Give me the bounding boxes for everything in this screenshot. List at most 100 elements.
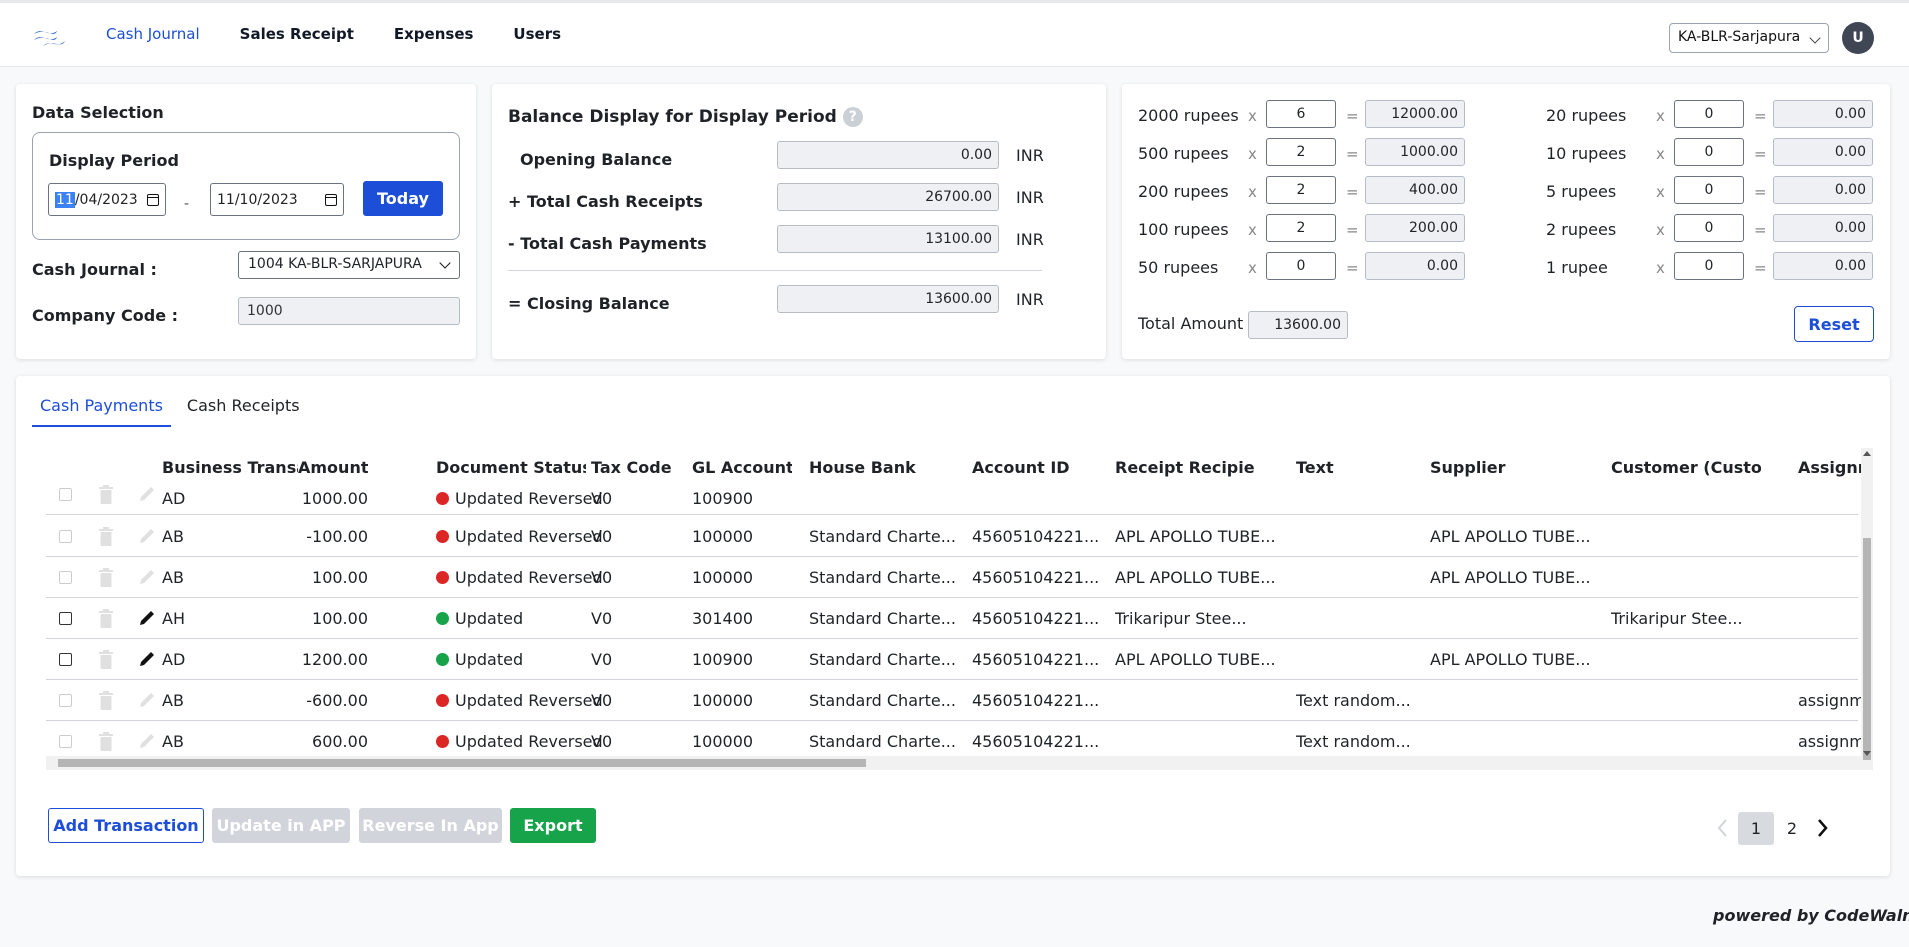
times-sign: x — [1248, 183, 1257, 201]
table-row[interactable]: AD 1000.00 Updated Reversed V0 100900 — [46, 474, 1858, 515]
pencil-icon[interactable] — [138, 609, 156, 627]
table-row[interactable]: AD 1200.00 Updated V0 100900 Standard Ch… — [46, 639, 1858, 680]
denom-qty-input[interactable]: 2 — [1266, 214, 1336, 242]
row-checkbox[interactable] — [59, 694, 72, 707]
row-checkbox[interactable] — [59, 571, 72, 584]
table-row[interactable]: AB 100.00 Updated Reversed V0 100000 Sta… — [46, 557, 1858, 598]
denom-qty-input[interactable]: 0 — [1674, 138, 1744, 166]
cell-receipt-recipient: Trikaripur Stee... — [1115, 609, 1247, 628]
row-checkbox[interactable] — [59, 530, 72, 543]
denom-amount-field: 12000.00 — [1365, 100, 1465, 128]
row-checkbox[interactable] — [59, 653, 72, 666]
row-checkbox[interactable] — [59, 488, 72, 501]
cell-account-id: 45605104221... — [972, 732, 1100, 751]
cell-business-transaction: AB — [162, 527, 184, 546]
trash-icon[interactable] — [98, 568, 114, 587]
status-dot-green — [436, 612, 449, 625]
times-sign: x — [1248, 107, 1257, 125]
calendar-icon[interactable] — [325, 194, 337, 206]
table-row[interactable]: AB -600.00 Updated Reversed V0 100000 St… — [46, 680, 1861, 721]
times-sign: x — [1656, 183, 1665, 201]
cell-tax-code: V0 — [591, 527, 613, 546]
horizontal-scrollbar[interactable] — [46, 756, 1861, 770]
nav-expenses[interactable]: Expenses — [394, 25, 474, 43]
nav-sales-receipt[interactable]: Sales Receipt — [240, 25, 354, 43]
chevron-right-icon[interactable] — [1816, 818, 1830, 838]
row-checkbox[interactable] — [59, 735, 72, 748]
cell-document-status: Updated Reversed — [436, 489, 603, 508]
cell-gl-account: 301400 — [692, 609, 754, 628]
trash-icon[interactable] — [98, 650, 114, 669]
chevron-down-icon — [1809, 32, 1821, 44]
trash-icon[interactable] — [98, 485, 114, 504]
app-logo-icon[interactable] — [30, 25, 70, 49]
today-button[interactable]: Today — [363, 181, 443, 216]
row-checkbox[interactable] — [59, 612, 72, 625]
denom-qty-input[interactable]: 0 — [1674, 100, 1744, 128]
cell-gl-account: 100000 — [692, 527, 754, 546]
pencil-icon[interactable] — [138, 691, 156, 709]
status-text: Updated Reversed — [455, 568, 603, 587]
tab-cash-payments[interactable]: Cash Payments — [32, 396, 171, 427]
trash-icon[interactable] — [98, 691, 114, 710]
vertical-scrollbar[interactable] — [1861, 448, 1873, 770]
trash-icon[interactable] — [98, 609, 114, 628]
equals-sign: = — [1346, 183, 1359, 201]
trash-icon[interactable] — [98, 732, 114, 751]
nav-cash-journal[interactable]: Cash Journal — [106, 25, 200, 43]
export-button[interactable]: Export — [510, 808, 596, 843]
add-transaction-button[interactable]: Add Transaction — [48, 808, 204, 843]
reset-button[interactable]: Reset — [1794, 306, 1874, 342]
vertical-scroll-thumb[interactable] — [1863, 538, 1871, 760]
update-in-app-button[interactable]: Update in APP — [212, 808, 350, 843]
cell-business-transaction: AH — [162, 609, 185, 628]
pencil-icon[interactable] — [138, 485, 156, 503]
opening-balance-field: 0.00 — [777, 141, 999, 169]
transaction-tabs: Cash Payments Cash Receipts — [32, 396, 316, 427]
nav-users[interactable]: Users — [513, 25, 561, 43]
denom-qty-input[interactable]: 0 — [1266, 252, 1336, 280]
company-code-label: Company Code : — [32, 306, 179, 325]
status-text: Updated Reversed — [455, 691, 603, 710]
equals-sign: = — [1754, 183, 1767, 201]
status-text: Updated Reversed — [455, 489, 603, 508]
denom-qty-input[interactable]: 2 — [1266, 138, 1336, 166]
help-icon[interactable]: ? — [842, 107, 863, 127]
cell-text: Text random... — [1296, 691, 1411, 710]
user-avatar[interactable]: U — [1842, 22, 1874, 54]
page-2-button[interactable]: 2 — [1774, 812, 1810, 845]
pencil-icon[interactable] — [138, 650, 156, 668]
denom-qty-input[interactable]: 2 — [1266, 176, 1336, 204]
pencil-icon[interactable] — [138, 527, 156, 545]
date-to-value: 11/10/2023 — [217, 192, 298, 208]
denom-qty-input[interactable]: 0 — [1674, 176, 1744, 204]
closing-balance-label: = Closing Balance — [508, 294, 670, 313]
date-from-input[interactable]: 11/04/2023 — [48, 183, 166, 216]
pencil-icon[interactable] — [138, 568, 156, 586]
reverse-in-app-button[interactable]: Reverse In App — [359, 808, 502, 843]
page-1-button[interactable]: 1 — [1738, 812, 1774, 845]
equals-sign: = — [1754, 145, 1767, 163]
cell-house-bank: Standard Charte... — [809, 650, 956, 669]
date-to-input[interactable]: 11/10/2023 — [210, 183, 344, 216]
scroll-up-arrow-icon[interactable] — [1863, 451, 1871, 456]
calendar-icon[interactable] — [147, 194, 159, 206]
cash-journal-select[interactable]: 1004 KA-BLR-SARJAPURA — [238, 251, 460, 279]
tab-cash-receipts[interactable]: Cash Receipts — [179, 396, 308, 427]
denom-qty-input[interactable]: 0 — [1674, 252, 1744, 280]
trash-icon[interactable] — [98, 527, 114, 546]
pencil-icon[interactable] — [138, 732, 156, 750]
table-row[interactable]: AB -100.00 Updated Reversed V0 100000 St… — [46, 516, 1858, 557]
cell-amount: 1200.00 — [301, 650, 368, 669]
plant-select[interactable]: KA-BLR-Sarjapura — [1669, 23, 1829, 53]
scroll-down-arrow-icon[interactable] — [1863, 751, 1871, 756]
plant-select-value: KA-BLR-Sarjapura — [1678, 29, 1801, 45]
cell-business-transaction: AB — [162, 568, 184, 587]
horizontal-scroll-thumb[interactable] — [58, 759, 866, 767]
denom-qty-input[interactable]: 6 — [1266, 100, 1336, 128]
table-row[interactable]: AH 100.00 Updated V0 301400 Standard Cha… — [46, 598, 1858, 639]
denom-qty-input[interactable]: 0 — [1674, 214, 1744, 242]
currency-label: INR — [1016, 290, 1044, 309]
chevron-left-icon[interactable] — [1716, 818, 1730, 838]
cell-supplier: APL APOLLO TUBE... — [1430, 568, 1591, 587]
